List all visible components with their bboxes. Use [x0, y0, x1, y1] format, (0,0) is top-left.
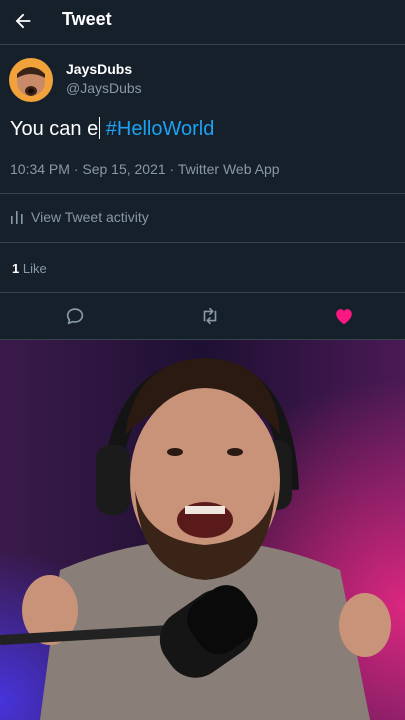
meta-divider: [0, 193, 405, 194]
avatar[interactable]: [9, 58, 53, 102]
like-label: Like: [22, 261, 47, 276]
tweet-text-plain: You can e: [10, 118, 99, 140]
reply-icon[interactable]: [64, 305, 86, 327]
header-divider: [0, 44, 405, 45]
arrow-left-icon[interactable]: [12, 10, 34, 32]
retweet-icon[interactable]: [199, 305, 221, 327]
video-feed: [0, 340, 405, 720]
author-handle[interactable]: @JaysDubs: [66, 80, 142, 96]
hashtag-link[interactable]: #HelloWorld: [106, 118, 215, 140]
like-count[interactable]: 1 Like: [12, 261, 47, 276]
video-frame: [0, 340, 405, 720]
like-number: 1: [12, 261, 20, 276]
page-title: Tweet: [62, 9, 112, 29]
tweet-text: You can e #HelloWorld: [10, 117, 214, 141]
activity-divider: [0, 242, 405, 243]
activity-label: View Tweet activity: [31, 209, 149, 225]
analytics-icon: [11, 211, 23, 224]
view-activity-link[interactable]: View Tweet activity: [10, 209, 149, 225]
author-name[interactable]: JaysDubs: [66, 61, 132, 77]
tweet-meta: 10:34 PM · Sep 15, 2021 · Twitter Web Ap…: [10, 161, 280, 177]
action-bar: [0, 293, 405, 339]
heart-icon-liked[interactable]: [333, 305, 355, 327]
text-caret: [99, 117, 101, 139]
top-bar: Tweet: [0, 0, 405, 44]
